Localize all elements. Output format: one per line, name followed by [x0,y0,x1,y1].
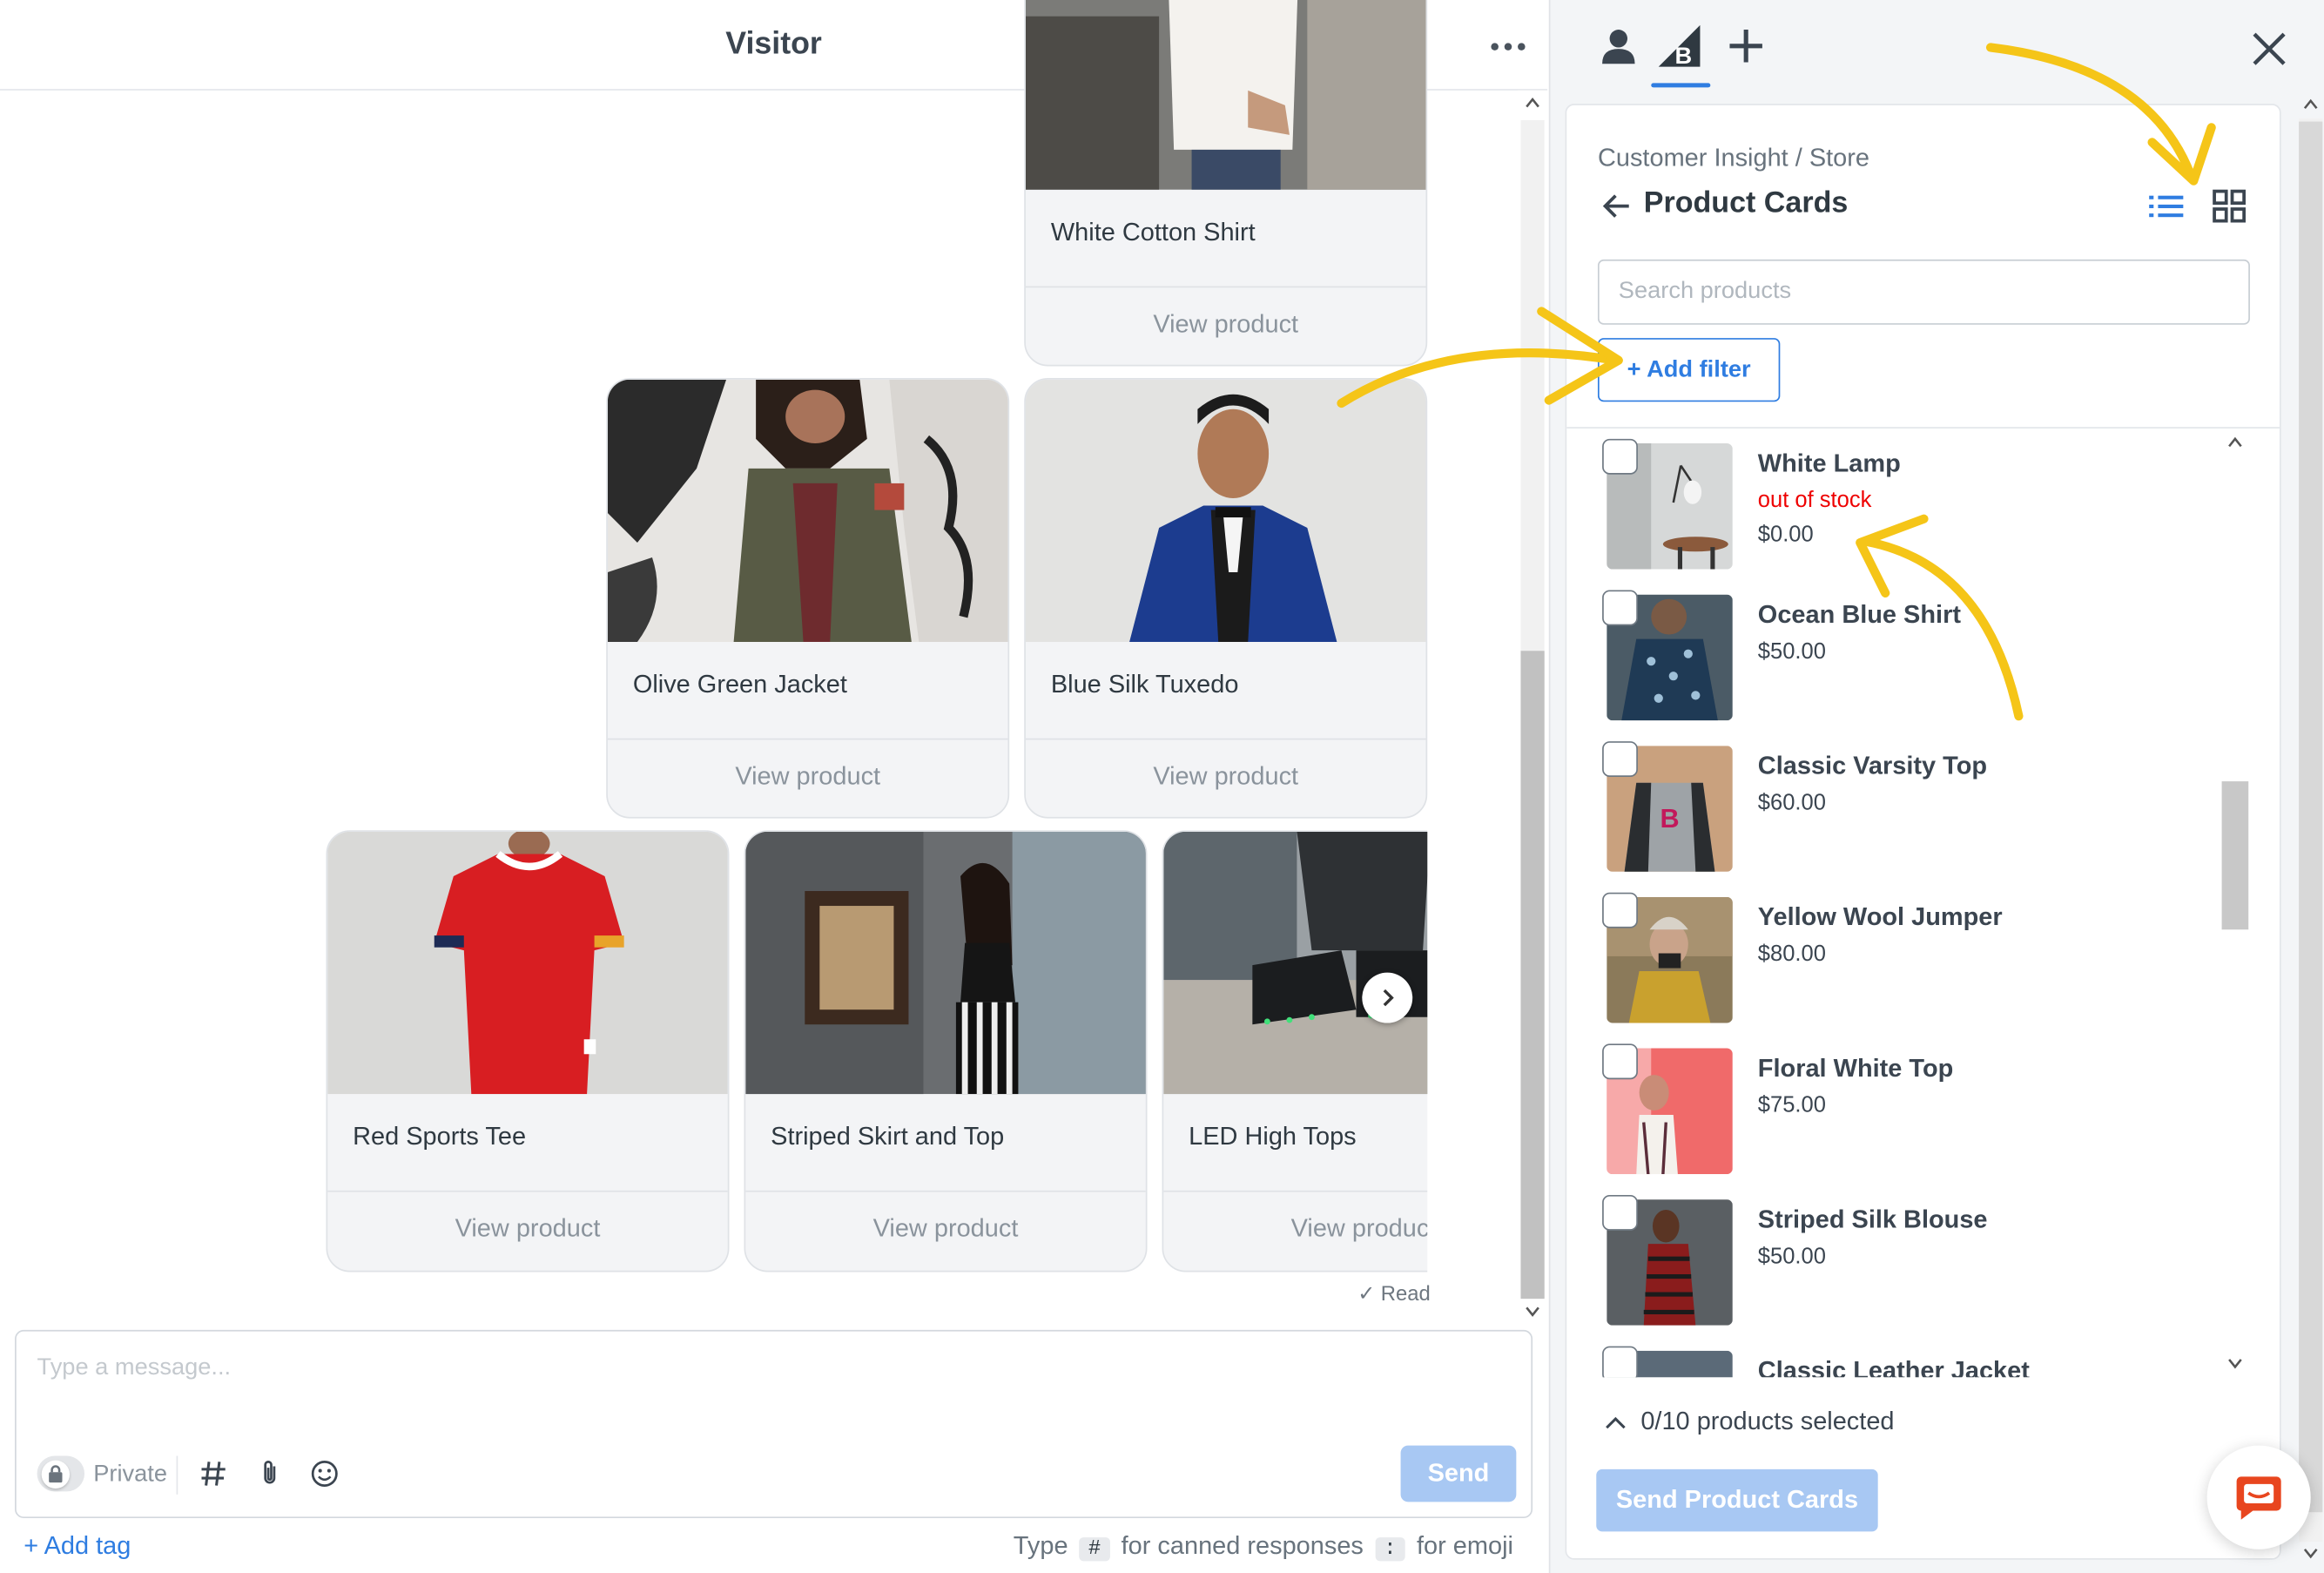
search-input[interactable]: Search products [1597,259,2250,325]
add-filter-button[interactable]: + Add filter [1597,338,1781,402]
product-card: Red Sports Tee View product [326,830,730,1273]
card-title: White Cotton Shirt [1050,218,1256,246]
bigcommerce-icon[interactable]: B [1655,21,1706,71]
product-price: $75.00 [1757,1092,1826,1118]
list-item[interactable]: Yellow Wool Jumper $80.00 [1566,882,2219,1034]
send-product-cards-button[interactable]: Send Product Cards [1596,1468,1878,1532]
list-item[interactable]: White Lamp out of stock $0.00 [1566,429,2219,580]
product-name: White Lamp [1757,449,1901,478]
product-name: Classic Leather Jacket [1757,1356,2030,1378]
shortcut-hint: Type # for canned responses : for emoji [1013,1531,1513,1562]
product-card: Striped Skirt and Top View product [744,830,1148,1273]
product-card: Olive Green Jacket View product [606,378,1010,819]
list-item[interactable]: B Classic Varsity Top $60.00 [1566,731,2219,882]
product-name: Yellow Wool Jumper [1757,902,2003,931]
list-item[interactable]: Floral White Top $75.00 [1566,1033,2219,1185]
list-view-icon[interactable] [2147,188,2186,224]
product-name: Striped Silk Blouse [1757,1205,1988,1234]
product-checkbox[interactable] [1602,1043,1638,1080]
product-checkbox[interactable] [1602,590,1638,626]
list-item[interactable]: Striped Silk Blouse $50.00 [1566,1185,2219,1336]
product-checkbox[interactable] [1602,741,1638,777]
list-item[interactable]: Classic Leather Jacket [1566,1336,2219,1378]
read-receipt: ✓ Read [1357,1280,1431,1305]
list-scrollbar[interactable] [2221,429,2249,1377]
breadcrumb[interactable]: Customer Insight / Store [1598,144,1869,173]
product-image [745,831,1146,1095]
product-cards-panel: Customer Insight / Store Product Cards S… [1565,104,2281,1560]
product-checkbox[interactable] [1602,892,1638,928]
product-image [327,831,728,1095]
message-input[interactable]: Type a message... [37,1355,232,1382]
app-root: Visitor White Cotton Shirt View product [0,0,2324,1573]
chat-scrollbar[interactable] [1518,90,1548,1326]
product-list: White Lamp out of stock $0.00 Ocean Blue… [1566,429,2280,1378]
chat-launcher-icon[interactable] [2206,1445,2311,1549]
panel-scrollbar[interactable] [2296,92,2324,1573]
person-icon[interactable] [1593,21,1644,71]
private-label: Private [93,1462,168,1488]
card-title: Red Sports Tee [353,1122,527,1151]
view-product-button[interactable]: View product [745,1214,1146,1244]
panel-tabs: B [1551,0,2324,92]
card-title: Blue Silk Tuxedo [1050,670,1239,699]
card-title: LED High Tops [1189,1122,1357,1151]
message-composer[interactable]: Type a message... Private Send [15,1329,1533,1519]
lock-icon [41,1459,71,1489]
selected-count[interactable]: 0/10 products selected [1640,1407,1894,1436]
card-title: Olive Green Jacket [632,670,847,699]
svg-text:B: B [1660,804,1679,834]
grid-view-icon[interactable] [2210,186,2248,225]
product-name: Classic Varsity Top [1757,752,1988,780]
add-tag-link[interactable]: + Add tag [24,1531,131,1561]
product-card: LED High Tops View produc [1162,830,1428,1273]
view-product-button[interactable]: View product [1026,310,1426,340]
svg-text:B: B [1674,42,1692,69]
product-price: $50.00 [1757,1244,1826,1270]
product-checkbox[interactable] [1602,1194,1638,1231]
plus-icon[interactable] [1721,21,1771,71]
product-card: Blue Silk Tuxedo View product [1024,378,1428,819]
more-icon[interactable] [1482,30,1532,62]
product-price: $50.00 [1757,638,1826,665]
product-checkbox[interactable] [1602,1346,1638,1378]
view-product-button[interactable]: View product [608,762,1008,792]
panel-footer: 0/10 products selected Send Product Card… [1566,1377,2280,1559]
hash-icon[interactable] [197,1457,229,1489]
page-title: Product Cards [1643,186,1849,219]
list-item[interactable]: Ocean Blue Shirt $50.00 [1566,580,2219,732]
view-product-button[interactable]: View produc [1291,1214,1428,1244]
product-checkbox[interactable] [1602,438,1638,475]
back-arrow-icon[interactable] [1600,188,1635,224]
product-image [1025,0,1426,190]
chevron-up-icon[interactable] [1602,1410,1629,1437]
side-panel: B Customer Insight / Store Product Cards… [1548,0,2324,1573]
private-toggle[interactable] [37,1455,85,1492]
paperclip-icon[interactable] [253,1457,286,1489]
card-title: Striped Skirt and Top [771,1122,1005,1151]
product-image [1163,831,1428,1095]
product-image [1025,379,1426,643]
product-image [607,379,1008,643]
close-icon[interactable] [2247,27,2292,71]
emoji-icon[interactable] [308,1457,340,1489]
send-button[interactable]: Send [1400,1445,1517,1502]
view-product-button[interactable]: View product [327,1214,728,1244]
carousel-clip: LED High Tops View produc [1162,830,1428,1275]
chevron-right-icon[interactable] [1362,972,1413,1023]
product-name: Ocean Blue Shirt [1757,600,1961,629]
product-price: $80.00 [1757,941,1826,967]
product-card: White Cotton Shirt View product [1024,0,1428,367]
product-name: Floral White Top [1757,1054,1954,1083]
out-of-stock-badge: out of stock [1757,488,1872,513]
product-price: $0.00 [1757,522,1814,548]
product-price: $60.00 [1757,790,1826,816]
view-product-button[interactable]: View product [1026,762,1426,792]
